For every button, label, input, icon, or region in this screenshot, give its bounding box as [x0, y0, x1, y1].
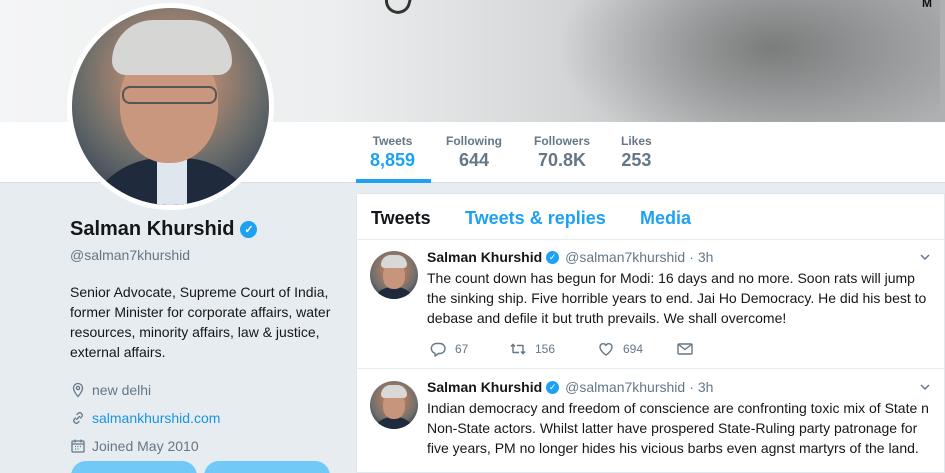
stat-label: Followers: [534, 134, 591, 148]
tweet-avatar[interactable]: [370, 381, 418, 429]
stat-value: 253: [621, 150, 652, 170]
profile-handle[interactable]: @salman7khurshid: [70, 247, 340, 263]
profile-website: salmankhurshid.com: [70, 404, 340, 432]
tweet-timestamp[interactable]: 3h: [698, 379, 714, 395]
profile-meta: new delhi salmankhurshid.com Joined May …: [70, 376, 340, 460]
tweet-item[interactable]: Salman Khurshid ✓ @salman7khurshid · 3h …: [357, 240, 944, 369]
stat-followers[interactable]: Followers 70.8K: [534, 134, 590, 171]
profile-name[interactable]: Salman Khurshid: [70, 218, 234, 241]
banner-image-shade: [520, 0, 940, 122]
tweet-author-name[interactable]: Salman Khurshid: [427, 379, 542, 395]
chevron-down-icon[interactable]: [920, 382, 930, 392]
tweet-text: The count down has begun for Modi: 16 da…: [427, 270, 927, 326]
profile-action-button[interactable]: [71, 461, 197, 473]
stat-following[interactable]: Following 644: [446, 134, 502, 171]
stat-value: 8,859: [370, 150, 416, 170]
tab-tweets-and-replies[interactable]: Tweets & replies: [465, 208, 606, 229]
tweet-timestamp[interactable]: 3h: [698, 249, 714, 265]
profile-location: new delhi: [70, 376, 340, 404]
tweet-author-handle[interactable]: @salman7khurshid: [565, 379, 685, 395]
retweet-count: 156: [535, 342, 556, 356]
banner-signature-stroke: [382, 0, 416, 17]
reply-count: 67: [455, 342, 469, 356]
tweet-author-handle[interactable]: @salman7khurshid: [565, 249, 685, 265]
heart-icon: [599, 343, 613, 356]
tweet-author-name[interactable]: Salman Khurshid: [427, 249, 542, 265]
stat-value: 70.8K: [537, 150, 587, 170]
timeline: Tweets Tweets & replies Media Salman Khu…: [356, 193, 945, 473]
profile-card: Salman Khurshid ✓ @salman7khurshid Senio…: [70, 218, 340, 460]
stat-tweets[interactable]: Tweets 8,859: [370, 134, 415, 171]
tweet-header: Salman Khurshid ✓ @salman7khurshid · 3h: [427, 249, 713, 265]
profile-action-button[interactable]: [204, 461, 330, 473]
tab-tweets[interactable]: Tweets: [371, 208, 431, 229]
envelope-icon: [677, 343, 693, 355]
retweet-action[interactable]: 156: [509, 340, 597, 358]
profile-joined: Joined May 2010: [70, 432, 340, 460]
tab-media[interactable]: Media: [640, 208, 691, 229]
active-stat-underline: [356, 179, 431, 183]
verified-badge-icon: ✓: [240, 221, 258, 238]
stat-label: Following: [446, 134, 502, 148]
banner-mark: M: [922, 0, 932, 10]
tweet-text: Indian democracy and freedom of conscien…: [427, 400, 929, 456]
timeline-tabs: Tweets Tweets & replies Media: [357, 194, 944, 240]
tweet-item[interactable]: Salman Khurshid ✓ @salman7khurshid · 3h …: [357, 370, 944, 473]
tweet-avatar[interactable]: [370, 251, 418, 299]
like-action[interactable]: 694: [597, 340, 676, 358]
tweet-actions: 67 156 694: [429, 340, 694, 358]
calendar-icon: [71, 439, 85, 453]
stat-label: Likes: [621, 134, 652, 148]
like-count: 694: [623, 342, 644, 356]
tweet-header: Salman Khurshid ✓ @salman7khurshid · 3h: [427, 379, 713, 395]
stat-likes[interactable]: Likes 253: [621, 134, 652, 171]
reply-action[interactable]: 67: [429, 340, 509, 358]
stat-label: Tweets: [372, 134, 413, 148]
profile-bio: Senior Advocate, Supreme Court of India,…: [70, 284, 331, 360]
profile-avatar[interactable]: [67, 3, 274, 210]
reply-icon: [430, 342, 446, 357]
verified-badge-icon: ✓: [546, 250, 560, 264]
location-pin-icon: [72, 382, 84, 398]
website-link[interactable]: salmankhurshid.com: [92, 410, 220, 426]
avatar-photo: [72, 8, 269, 205]
verified-badge-icon: ✓: [546, 380, 560, 394]
direct-message-action[interactable]: [676, 340, 694, 358]
stat-value: 644: [458, 150, 490, 170]
joined-text: Joined May 2010: [92, 438, 199, 454]
location-text: new delhi: [92, 382, 152, 398]
link-icon: [73, 412, 83, 424]
tweet-separator: ·: [689, 249, 694, 265]
tweet-separator: ·: [689, 379, 694, 395]
chevron-down-icon[interactable]: [920, 252, 930, 262]
retweet-icon: [510, 343, 526, 355]
profile-name-row: Salman Khurshid ✓: [70, 218, 340, 241]
